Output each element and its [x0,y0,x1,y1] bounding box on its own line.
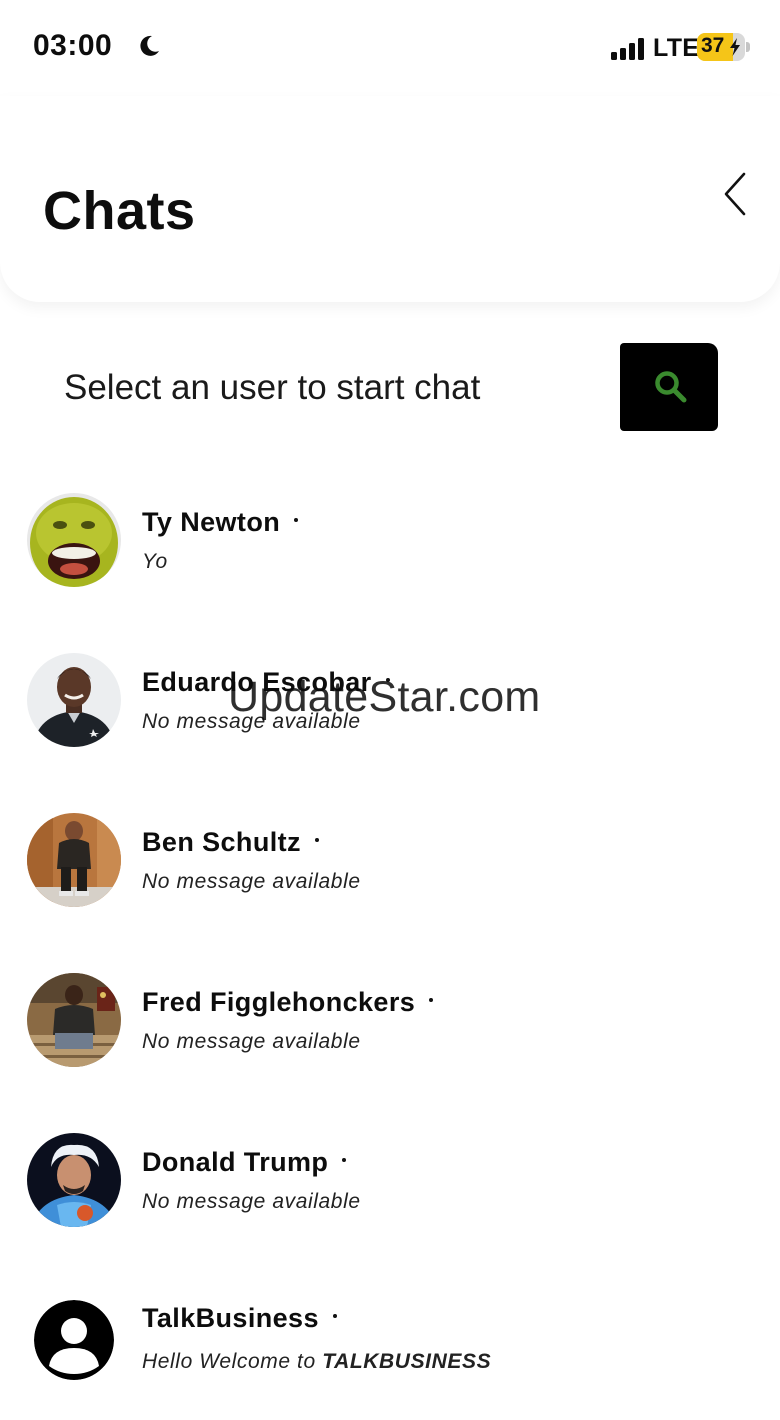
chat-name: Eduardo Escobar [142,667,390,698]
online-dot [429,997,434,1002]
header: Chats [0,96,780,302]
online-dot [314,837,319,842]
online-dot [385,677,390,682]
chevron-left-icon [724,172,746,216]
status-bar: 03:00 LTE 37 [0,0,780,96]
select-user-prompt: Select an user to start chat [64,368,481,407]
moon-icon [140,35,159,56]
avatar [27,1133,121,1227]
chat-name: Ty Newton [142,507,299,538]
avatar [27,653,121,747]
charging-bolt-icon [730,38,740,56]
chat-preview: Hello Welcome to TALKBUSINESS [142,1350,492,1373]
status-time: 03:00 [33,29,113,62]
default-user-icon [34,1300,114,1380]
back-button[interactable] [716,170,756,218]
chat-name: Fred Figglehonckers [142,987,434,1018]
online-dot [342,1157,347,1162]
chat-preview: No message available [142,1030,361,1053]
avatar [27,493,121,587]
chat-item-ben-schultz[interactable]: Ben Schultz No message available [0,790,780,940]
online-dot [294,517,299,522]
chat-preview: No message available [142,870,361,893]
chat-item-donald-trump[interactable]: Donald Trump No message available [0,1110,780,1260]
network-label: LTE [653,34,700,62]
search-icon [655,371,687,403]
battery-level: 37 [701,34,725,57]
chat-item-ty-newton[interactable]: Ty Newton Yo [0,470,780,620]
search-button[interactable] [620,343,718,431]
chat-name: TalkBusiness [142,1303,337,1334]
chat-preview: Yo [142,550,168,573]
online-dot [332,1313,337,1318]
chat-name: Ben Schultz [142,827,319,858]
chat-item-fred-figglehonckers[interactable]: Fred Figglehonckers No message available [0,950,780,1100]
battery-icon: 37 [697,33,751,63]
chat-preview: No message available [142,1190,361,1213]
page-title: Chats [43,181,196,241]
chat-preview: No message available [142,710,361,733]
avatar [27,973,121,1067]
signal-icon [611,38,644,60]
avatar [27,813,121,907]
chat-name: Donald Trump [142,1147,347,1178]
chat-item-eduardo-escobar[interactable]: Eduardo Escobar No message available [0,630,780,780]
chat-item-talkbusiness[interactable]: TalkBusiness Hello Welcome to TALKBUSINE… [0,1270,780,1420]
